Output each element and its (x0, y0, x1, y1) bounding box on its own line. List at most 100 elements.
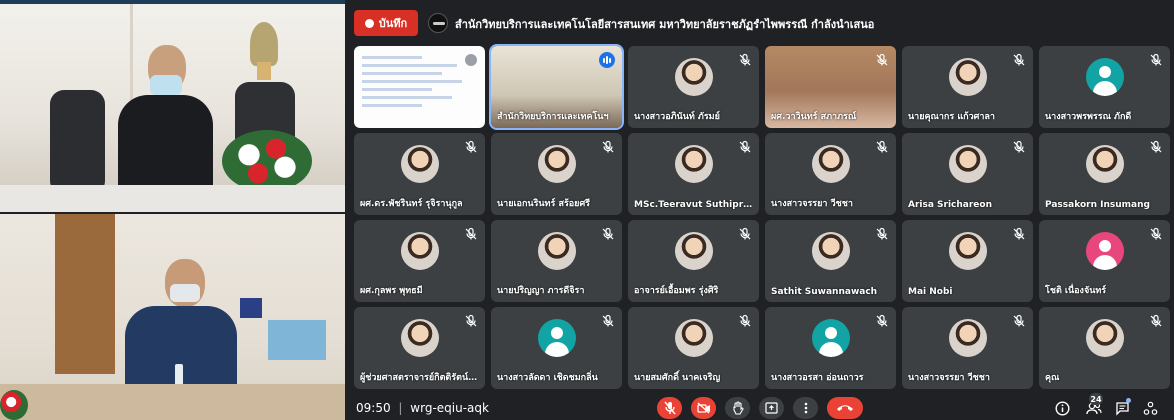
participant-tile[interactable]: สำนักวิทยบริการและเทคโนฯ (489, 44, 624, 130)
participant-tile[interactable]: คุณ (1039, 307, 1170, 389)
participant-name: ผศ.วาวินทร์ สภาภรณ์ (771, 112, 857, 122)
mic-off-icon (1149, 313, 1163, 327)
participant-tile[interactable]: นายปริญญา ภารดีจิรา (491, 220, 622, 302)
record-icon (364, 18, 374, 28)
participant-tile[interactable]: นายสมศักดิ์ นาคเจริญ (628, 307, 759, 389)
participant-name: นางสาวลัดดา เชิดชมกลิ่น (497, 373, 598, 383)
participant-tile[interactable]: Passakorn Insumang (1039, 133, 1170, 215)
participant-name: นางสาวจรรยา วีชชา (908, 373, 990, 383)
flag-stand (240, 298, 262, 318)
conference-table (0, 384, 345, 420)
participant-tile[interactable]: นางสาวลัดดา เชิดชมกลิ่น (491, 307, 622, 389)
mic-off-icon (875, 313, 889, 327)
avatar (811, 319, 850, 357)
mic-off-icon (601, 139, 615, 153)
shared-doc-line (362, 80, 462, 83)
avatar (537, 232, 576, 270)
mic-off-icon (738, 139, 752, 153)
mic-off-icon (1149, 139, 1163, 153)
recording-button[interactable]: บันทึก (354, 10, 418, 36)
participant-tile[interactable]: Sathit Suwannawach (765, 220, 896, 302)
participant-tile[interactable]: นางสาวจรรยา วีชชา (902, 307, 1033, 389)
participant-tile[interactable] (354, 46, 485, 128)
participant-name: นายเอกนรินทร์ สร้อยศรี (497, 199, 591, 209)
participant-tile[interactable]: โชติ เนื่องจันทร์ (1039, 220, 1170, 302)
participant-tile[interactable]: Mai Nobi (902, 220, 1033, 302)
camera-off-icon (696, 402, 710, 414)
participant-tile[interactable]: ผศ.ดร.พัชรินทร์ รุจิรานุกูล (354, 133, 485, 215)
more-options-button[interactable] (793, 397, 818, 419)
meeting-top-bar: บันทึก สำนักวิทยบริการและเทคโนโลยีสารสนเ… (345, 0, 1174, 48)
mic-off-icon (663, 401, 676, 415)
participant-tile[interactable]: นายคุณากร แก้วศาลา (902, 46, 1033, 128)
mic-off-icon (464, 313, 478, 327)
room-photo-bottom (0, 214, 345, 420)
avatar (674, 319, 713, 357)
participant-name: ผู้ช่วยศาสตราจารย์กิตติรัตน์ ... (360, 373, 479, 383)
plant-pot (257, 62, 271, 80)
presenter-text: สำนักวิทยบริการและเทคโนโลยีสารสนเทศ มหาว… (455, 18, 875, 31)
participant-name: สำนักวิทยบริการและเทคโนฯ (497, 112, 609, 122)
participant-name: นายคุณากร แก้วศาลา (908, 112, 995, 122)
avatar (1085, 145, 1124, 183)
participant-tile[interactable]: ผศ.กุลพร พุทธมี (354, 220, 485, 302)
participant-tile[interactable]: นางสาวพรพรรณ ภักดี (1039, 46, 1170, 128)
participant-tile[interactable]: นางสาวอรสา อ่อนถาวร (765, 307, 896, 389)
participant-tile[interactable]: อาจารย์เอื้อมพร รุ่งศิริ (628, 220, 759, 302)
pin-icon[interactable] (464, 52, 478, 66)
leave-call-button[interactable] (827, 397, 863, 419)
participant-name: คุณ (1045, 373, 1060, 383)
participant-tile[interactable]: ผู้ช่วยศาสตราจารย์กิตติรัตน์ ... (354, 307, 485, 389)
mic-off-icon (738, 226, 752, 240)
hang-up-icon (837, 405, 853, 411)
avatar (948, 319, 987, 357)
present-button[interactable] (759, 397, 784, 419)
participant-name: โชติ เนื่องจันทร์ (1045, 286, 1107, 296)
mic-off-icon (464, 226, 478, 240)
participant-name: MSc.Teeravut Suthiprab... (634, 200, 753, 210)
avatar (811, 145, 850, 183)
participant-tile[interactable]: นางสาวอภินันท์ ภัรมย์ (628, 46, 759, 128)
meeting-time: 09:50 (356, 401, 391, 415)
avatar (1085, 58, 1124, 96)
room-photo-top (0, 0, 345, 212)
avatar (674, 145, 713, 183)
mic-off-icon (875, 52, 889, 66)
participant-name: ผศ.ดร.พัชรินทร์ รุจิรานุกูล (360, 199, 463, 209)
person-mask (150, 75, 182, 95)
meeting-details-button[interactable] (1053, 399, 1071, 417)
mic-off-icon (875, 139, 889, 153)
chair-left (50, 90, 105, 195)
participant-name: นางสาวอรสา อ่อนถาวร (771, 373, 864, 383)
avatar (537, 145, 576, 183)
participant-name: Arisa Srichareon (908, 200, 993, 210)
meeting-code: wrg-eqiu-aqk (410, 401, 489, 415)
chat-notification-dot (1126, 398, 1131, 403)
avatar (674, 232, 713, 270)
participant-tile[interactable]: MSc.Teeravut Suthiprab... (628, 133, 759, 215)
participant-tile[interactable]: นางสาวจรรยา วีชชา (765, 133, 896, 215)
raise-hand-button[interactable] (725, 397, 750, 419)
camera-toggle-button[interactable] (691, 397, 716, 419)
participant-tile[interactable]: Arisa Srichareon (902, 133, 1033, 215)
blue-chair (268, 320, 326, 360)
mic-toggle-button[interactable] (657, 397, 682, 419)
participant-name: ผศ.กุลพร พุทธมี (360, 286, 423, 296)
activities-button[interactable] (1141, 399, 1159, 417)
mic-off-icon (1149, 226, 1163, 240)
meeting-separator: | (398, 401, 403, 415)
avatar (400, 232, 439, 270)
presenter-logo-icon (428, 13, 448, 33)
hand-icon (732, 401, 744, 415)
avatar (1085, 232, 1124, 270)
info-icon (1054, 400, 1070, 416)
meeting-info: 09:50 | wrg-eqiu-aqk (356, 401, 489, 415)
participant-name: นางสาวจรรยา วีชชา (771, 199, 853, 209)
participant-tile[interactable]: นายเอกนรินทร์ สร้อยศรี (491, 133, 622, 215)
avatar (1085, 319, 1124, 357)
avatar (811, 232, 850, 270)
participant-name: อาจารย์เอื้อมพร รุ่งศิริ (634, 286, 719, 296)
mic-off-icon (738, 52, 752, 66)
table-edge (0, 185, 345, 212)
participant-tile[interactable]: ผศ.วาวินทร์ สภาภรณ์ (765, 46, 896, 128)
